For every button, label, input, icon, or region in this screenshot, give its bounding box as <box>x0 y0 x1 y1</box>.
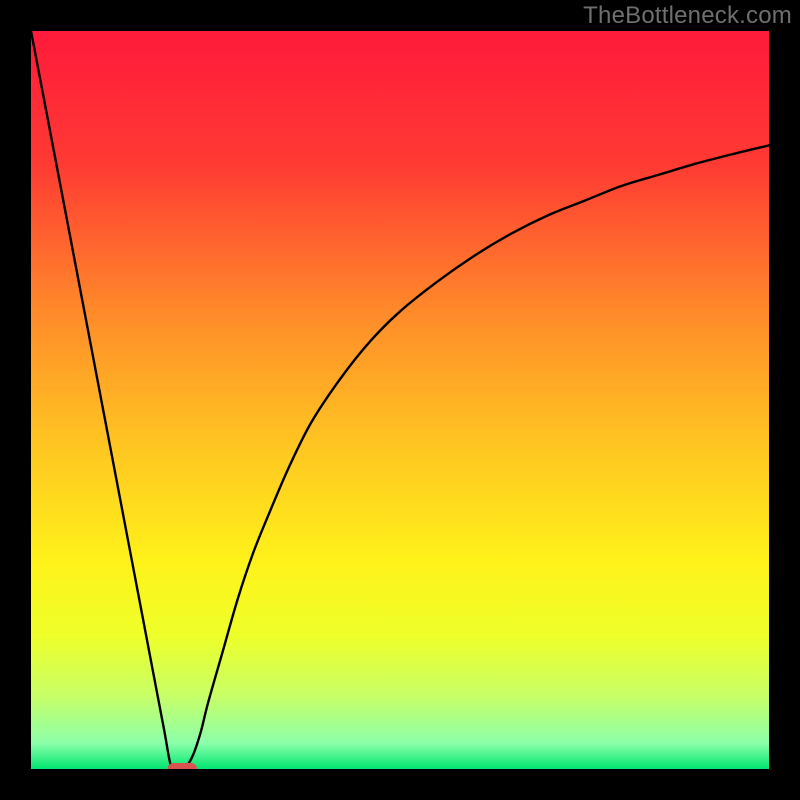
bottleneck-curve-chart <box>31 31 769 769</box>
chart-outer-frame: TheBottleneck.com <box>0 0 800 800</box>
watermark-text: TheBottleneck.com <box>583 2 792 30</box>
plot-area <box>31 31 769 769</box>
optimal-marker <box>168 763 198 769</box>
plot-background <box>31 31 769 769</box>
